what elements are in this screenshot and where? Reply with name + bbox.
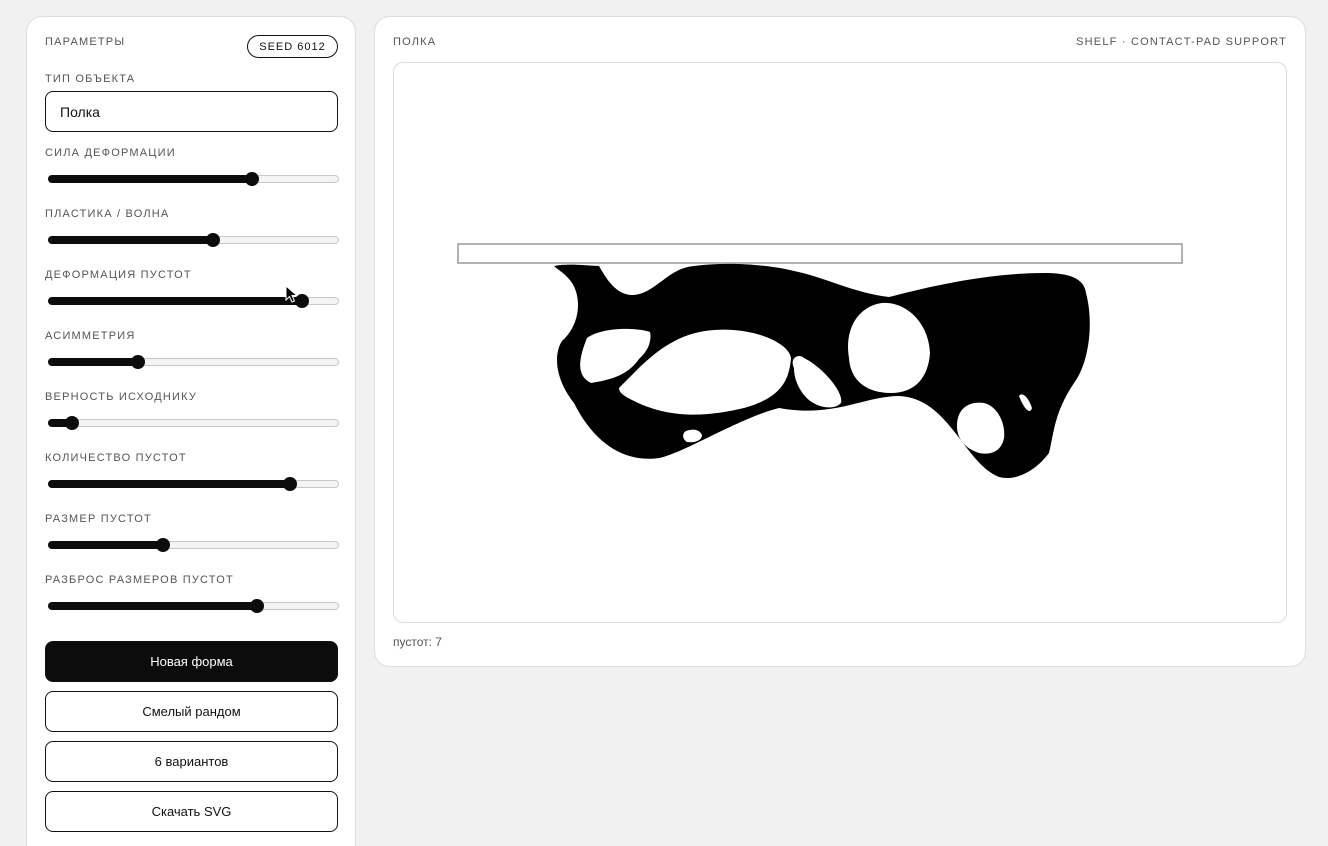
- slider-track: [48, 419, 339, 427]
- preview-panel: ПОЛКА SHELF · CONTACT-PAD SUPPORT пустот…: [374, 16, 1306, 667]
- slider-label-asymmetry: АСИММЕТРИЯ: [45, 330, 136, 342]
- slider-label-void-size: РАЗМЕР ПУСТОТ: [45, 513, 152, 525]
- slider-plasticity-wave[interactable]: [48, 233, 339, 247]
- slider-asymmetry[interactable]: [48, 355, 339, 369]
- slider-handle[interactable]: [64, 416, 79, 430]
- slider-label-void-size-spread: РАЗБРОС РАЗМЕРОВ ПУСТОТ: [45, 574, 234, 586]
- slider-handle[interactable]: [205, 233, 220, 247]
- preview-subtitle: SHELF · CONTACT-PAD SUPPORT: [1076, 36, 1287, 48]
- slider-source-fidelity[interactable]: [48, 416, 339, 430]
- object-type-label: ТИП ОБЪЕКТА: [45, 73, 136, 85]
- preview-title: ПОЛКА: [393, 36, 437, 48]
- shape-preview: [457, 243, 1183, 478]
- slider-label-source-fidelity: ВЕРНОСТЬ ИСХОДНИКУ: [45, 391, 198, 403]
- shape-canvas[interactable]: [393, 62, 1287, 623]
- slider-fill: [48, 480, 291, 488]
- slider-deformation-strength[interactable]: [48, 172, 339, 186]
- slider-label-void-deformation: ДЕФОРМАЦИЯ ПУСТОТ: [45, 269, 192, 281]
- slider-fill: [48, 236, 213, 244]
- six-variants-button[interactable]: 6 вариантов: [45, 741, 338, 782]
- slider-handle[interactable]: [156, 538, 171, 552]
- slider-handle[interactable]: [283, 477, 298, 491]
- void-count-status: пустот: 7: [393, 635, 442, 649]
- slider-fill: [48, 297, 302, 305]
- slider-handle[interactable]: [250, 599, 265, 613]
- support-shape: [554, 263, 1090, 478]
- shelf-board-outline: [457, 243, 1183, 264]
- parameters-title: ПАРАМЕТРЫ: [45, 36, 126, 48]
- slider-fill: [48, 541, 164, 549]
- download-svg-button[interactable]: Скачать SVG: [45, 791, 338, 832]
- object-type-select[interactable]: Полка: [45, 91, 338, 132]
- slider-void-size-spread[interactable]: [48, 599, 339, 613]
- slider-void-count[interactable]: [48, 477, 339, 491]
- slider-fill: [48, 175, 252, 183]
- slider-label-plasticity-wave: ПЛАСТИКА / ВОЛНА: [45, 208, 170, 220]
- parameters-panel: ПАРАМЕТРЫ SEED 6012 ТИП ОБЪЕКТА Полка СИ…: [26, 16, 356, 846]
- slider-fill: [48, 602, 258, 610]
- new-shape-button[interactable]: Новая форма: [45, 641, 338, 682]
- slider-label-deformation-strength: СИЛА ДЕФОРМАЦИИ: [45, 147, 176, 159]
- mouse-cursor-icon: [285, 285, 299, 303]
- bold-random-button[interactable]: Смелый рандом: [45, 691, 338, 732]
- slider-handle[interactable]: [131, 355, 146, 369]
- slider-fill: [48, 358, 139, 366]
- slider-void-size[interactable]: [48, 538, 339, 552]
- seed-badge[interactable]: SEED 6012: [247, 35, 338, 58]
- slider-label-void-count: КОЛИЧЕСТВО ПУСТОТ: [45, 452, 187, 464]
- slider-handle[interactable]: [244, 172, 259, 186]
